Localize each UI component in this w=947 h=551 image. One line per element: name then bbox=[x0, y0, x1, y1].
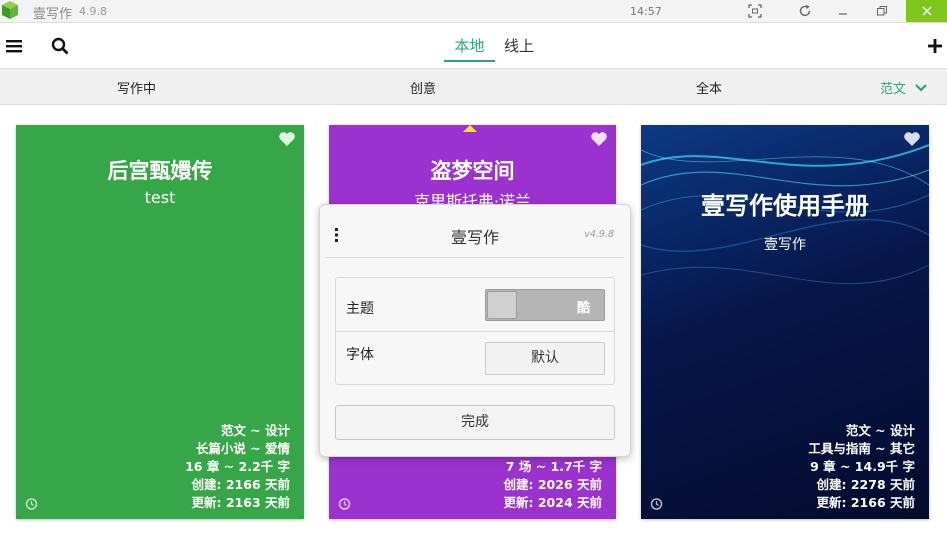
history-icon[interactable] bbox=[24, 497, 38, 511]
app-version: 4.9.8 bbox=[79, 5, 107, 18]
theme-value: 酷 bbox=[576, 301, 590, 316]
font-label: 字体 bbox=[346, 347, 374, 363]
restore-icon bbox=[877, 6, 887, 16]
minimize-button[interactable] bbox=[830, 0, 856, 22]
category-complete[interactable]: 全本 bbox=[696, 78, 722, 97]
book-title: 盗梦空间 bbox=[430, 159, 515, 183]
close-icon bbox=[922, 6, 931, 16]
category-writing[interactable]: 写作中 bbox=[117, 78, 156, 97]
settings-dialog: 壹写作 v4.9.8 主题 酷 字体 默认 完成 bbox=[319, 204, 631, 457]
menu-icon[interactable] bbox=[4, 36, 24, 56]
book-meta: 范文 ~ 设计 长篇小说 ~ 爱情 16 章 ~ 2.2千 字 创建: 2166… bbox=[185, 422, 290, 512]
history-icon[interactable] bbox=[337, 497, 351, 511]
refresh-icon bbox=[799, 4, 811, 17]
book-meta-line: 长篇小说 ~ 爱情 bbox=[195, 441, 290, 456]
book-meta-line: 更新: 2166 天前 bbox=[816, 495, 916, 510]
clock: 14:57 bbox=[630, 5, 662, 18]
add-icon[interactable] bbox=[926, 37, 944, 55]
screenshot-button[interactable] bbox=[742, 0, 768, 22]
book-meta-line: 创建: 2026 天前 bbox=[503, 477, 603, 492]
book-meta-line: 更新: 2024 天前 bbox=[503, 495, 603, 510]
heart-icon[interactable] bbox=[903, 131, 921, 147]
book-meta-line: 7 场 ~ 1.7千 字 bbox=[505, 459, 602, 474]
refresh-button[interactable] bbox=[792, 0, 818, 22]
theme-toggle-knob[interactable] bbox=[487, 291, 517, 319]
close-button[interactable] bbox=[906, 0, 947, 22]
book-author: test bbox=[144, 188, 176, 207]
row-divider bbox=[336, 331, 614, 332]
font-select-button[interactable]: 默认 bbox=[485, 342, 605, 375]
history-icon[interactable] bbox=[649, 497, 663, 511]
settings-group: 主题 酷 字体 默认 bbox=[335, 277, 615, 385]
minimize-icon bbox=[839, 13, 847, 15]
book-meta-line: 创建: 2278 天前 bbox=[816, 477, 916, 492]
category-bar: 写作中 创意 全本 范文 bbox=[0, 69, 947, 105]
dialog-divider bbox=[326, 257, 624, 258]
theme-toggle[interactable]: 酷 bbox=[485, 289, 605, 321]
chevron-down-icon[interactable] bbox=[914, 83, 928, 93]
app-logo-icon bbox=[2, 1, 18, 19]
book-meta-line: 创建: 2166 天前 bbox=[191, 477, 291, 492]
book-meta-line: 更新: 2163 天前 bbox=[191, 495, 291, 510]
selected-marker-icon bbox=[463, 125, 477, 132]
tab-online[interactable]: 线上 bbox=[499, 34, 539, 62]
book-author: 壹写作 bbox=[764, 237, 806, 253]
toolbar: 本地 线上 bbox=[0, 23, 947, 69]
book-card-1[interactable]: 后宫甄嬛传 test 范文 ~ 设计 长篇小说 ~ 爱情 16 章 ~ 2.2千… bbox=[16, 125, 304, 519]
category-creative[interactable]: 创意 bbox=[410, 78, 436, 97]
heart-icon[interactable] bbox=[590, 131, 608, 147]
theme-label: 主题 bbox=[346, 301, 374, 317]
book-meta-line: 范文 ~ 设计 bbox=[220, 423, 290, 438]
search-icon[interactable] bbox=[50, 36, 70, 56]
book-meta-line: 工具与指南 ~ 其它 bbox=[808, 441, 915, 456]
category-samples[interactable]: 范文 bbox=[880, 78, 906, 97]
title-bar: 壹写作 4.9.8 14:57 bbox=[0, 0, 947, 23]
app-title: 壹写作 bbox=[33, 7, 73, 22]
book-title: 壹写作使用手册 bbox=[701, 192, 869, 220]
heart-icon[interactable] bbox=[278, 131, 296, 147]
book-meta-line: 9 章 ~ 14.9千 字 bbox=[810, 459, 915, 474]
tab-local[interactable]: 本地 bbox=[444, 34, 495, 62]
book-card-3[interactable]: 壹写作使用手册 壹写作 范文 ~ 设计 工具与指南 ~ 其它 9 章 ~ 14.… bbox=[641, 125, 929, 519]
restore-button[interactable] bbox=[869, 0, 895, 22]
book-title: 后宫甄嬛传 bbox=[107, 159, 213, 183]
done-button[interactable]: 完成 bbox=[335, 405, 615, 440]
dialog-version: v4.9.8 bbox=[584, 229, 614, 240]
book-meta-line: 16 章 ~ 2.2千 字 bbox=[185, 459, 290, 474]
capture-icon bbox=[748, 4, 762, 18]
book-meta-line: 范文 ~ 设计 bbox=[845, 423, 915, 438]
book-meta: 7 场 ~ 1.7千 字 创建: 2026 天前 更新: 2024 天前 bbox=[504, 458, 603, 512]
book-meta: 范文 ~ 设计 工具与指南 ~ 其它 9 章 ~ 14.9千 字 创建: 227… bbox=[808, 422, 915, 512]
